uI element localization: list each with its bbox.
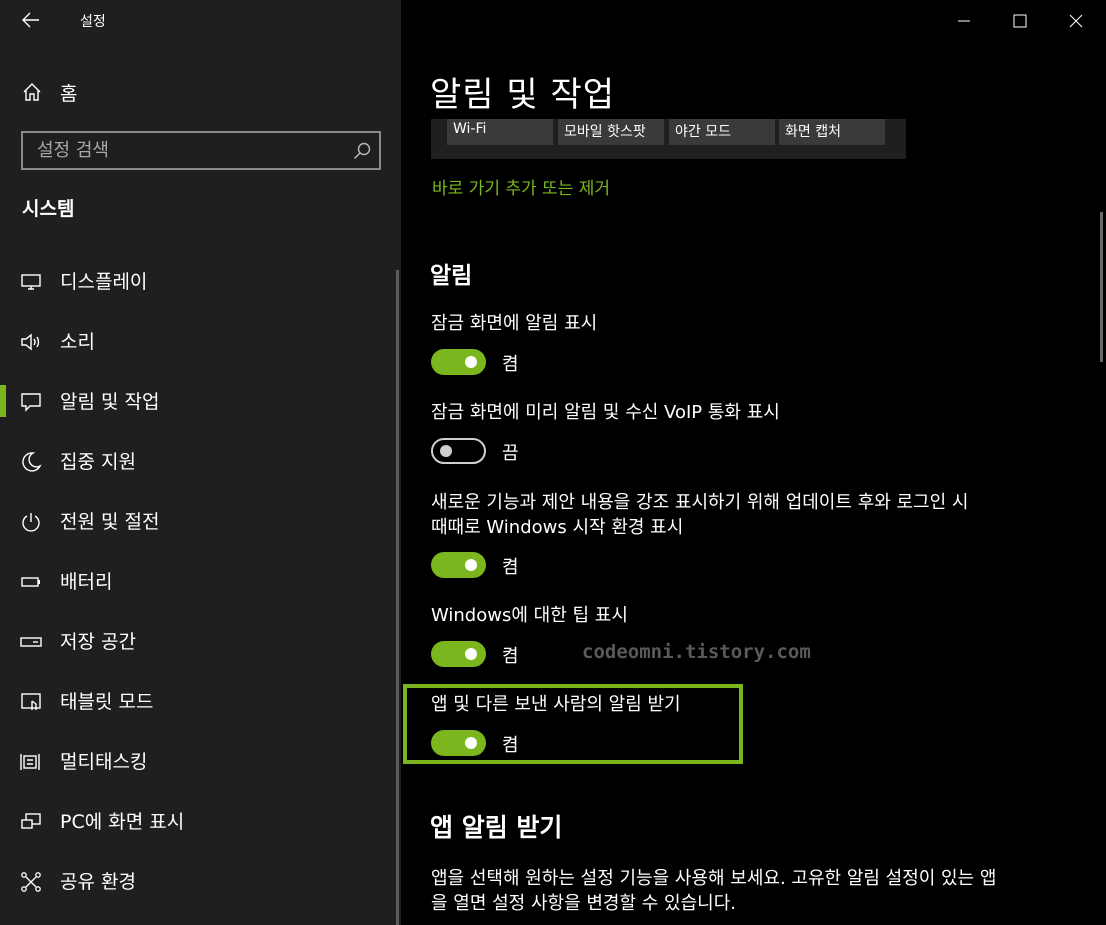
- project-icon: [21, 813, 41, 829]
- app-title: 설정: [80, 14, 106, 30]
- back-button[interactable]: [14, 6, 48, 36]
- sidebar-item-label: 전원 및 절전: [60, 511, 160, 533]
- power-icon: [22, 513, 40, 532]
- quick-action-screen-snip[interactable]: 화면 캡처: [779, 119, 885, 145]
- display-icon: [21, 274, 41, 290]
- windows-welcome-experience-toggle[interactable]: [431, 552, 486, 578]
- setting-label: 새로운 기능과 제안 내용을 강조 표시하기 위해 업데이트 후와 로그인 시 …: [431, 492, 969, 538]
- close-icon: [1069, 14, 1083, 28]
- maximize-icon: [1013, 14, 1027, 28]
- back-arrow-icon: [22, 12, 39, 28]
- sidebar-item-display[interactable]: 디스플레이: [0, 250, 398, 310]
- edit-quick-actions-link[interactable]: 바로 가기 추가 또는 제거: [432, 174, 610, 199]
- section-title: 시스템: [22, 198, 75, 220]
- sidebar-item-label: 디스플레이: [60, 271, 148, 293]
- setting-label: Windows에 대한 팁 표시: [431, 605, 628, 626]
- watermark-text: codeomni.tistory.com: [582, 641, 811, 663]
- home-icon: [23, 83, 41, 101]
- sidebar-item-tablet-mode[interactable]: 태블릿 모드: [0, 670, 398, 730]
- battery-icon: [21, 577, 40, 587]
- maximize-button[interactable]: [991, 0, 1047, 42]
- lock-screen-reminders-voip-toggle[interactable]: [431, 438, 486, 464]
- setting-label: 잠금 화면에 미리 알림 및 수신 VoIP 통화 표시: [431, 402, 780, 423]
- setting-label: 잠금 화면에 알림 표시: [431, 313, 598, 334]
- sidebar-scrollbar[interactable]: [396, 270, 399, 925]
- toggle-state-label: 켬: [502, 646, 519, 667]
- sidebar: 설정 홈 시스템 디스플레이 소리 알림 및 작업 집중 지원: [0, 0, 401, 925]
- toggle-knob: [465, 648, 477, 660]
- quick-actions-panel: Wi-Fi 모바일 핫스팟 야간 모드 화면 캡처: [431, 119, 906, 159]
- sidebar-item-power[interactable]: 전원 및 절전: [0, 490, 398, 550]
- sidebar-item-label: 멀티태스킹: [60, 751, 148, 773]
- sidebar-item-label: 공유 환경: [60, 871, 136, 893]
- toggle-state-label: 켬: [502, 735, 519, 756]
- sidebar-item-home[interactable]: 홈: [0, 70, 398, 112]
- setting-label: 앱 및 다른 보낸 사람의 알림 받기: [431, 694, 681, 715]
- minimize-button[interactable]: [935, 0, 991, 42]
- sidebar-nav: 디스플레이 소리 알림 및 작업 집중 지원 전원 및 절전 배터리 저장 공간: [0, 250, 398, 910]
- sidebar-item-storage[interactable]: 저장 공간: [0, 610, 398, 670]
- search-input[interactable]: [23, 133, 343, 168]
- toggle-state-label: 켬: [502, 557, 519, 578]
- sidebar-item-label: PC에 화면 표시: [60, 811, 185, 833]
- sidebar-item-sound[interactable]: 소리: [0, 310, 398, 370]
- search-box[interactable]: [21, 131, 381, 170]
- close-button[interactable]: [1047, 0, 1103, 42]
- sidebar-item-label: 소리: [60, 331, 95, 353]
- tablet-icon: [21, 693, 41, 710]
- share-icon: [21, 872, 41, 892]
- notifications-heading: 알림: [430, 263, 473, 289]
- speaker-icon: [21, 333, 40, 351]
- sidebar-item-focus-assist[interactable]: 집중 지원: [0, 430, 398, 490]
- quick-action-wifi[interactable]: Wi-Fi: [447, 119, 553, 145]
- minimize-icon: [958, 20, 970, 22]
- sidebar-item-label: 홈: [60, 83, 78, 105]
- sidebar-item-multitasking[interactable]: 멀티태스킹: [0, 730, 398, 790]
- sidebar-item-battery[interactable]: 배터리: [0, 550, 398, 610]
- notification-icon: [21, 393, 41, 412]
- storage-icon: [20, 637, 42, 647]
- moon-icon: [22, 452, 42, 472]
- app-sender-notifications-toggle[interactable]: [431, 730, 486, 756]
- app-notifications-description: 앱을 선택해 원하는 설정 기능을 사용해 보세요. 고유한 알림 설정이 있는…: [431, 868, 997, 914]
- sidebar-item-label: 저장 공간: [60, 631, 136, 653]
- sidebar-item-label: 알림 및 작업: [60, 391, 160, 413]
- main-scrollbar[interactable]: [1100, 212, 1103, 362]
- sidebar-item-label: 배터리: [60, 571, 113, 593]
- lock-screen-notifications-toggle[interactable]: [431, 349, 486, 375]
- app-notifications-heading: 앱 알림 받기: [430, 813, 563, 842]
- quick-action-mobile-hotspot[interactable]: 모바일 핫스팟: [558, 119, 664, 145]
- toggle-state-label: 켬: [502, 354, 519, 375]
- windows-tips-toggle[interactable]: [431, 641, 486, 667]
- sidebar-item-label: 집중 지원: [60, 451, 136, 473]
- sidebar-item-notifications[interactable]: 알림 및 작업: [0, 370, 398, 430]
- main-content: 알림 및 작업 Wi-Fi 모바일 핫스팟 야간 모드 화면 캡처 바로 가기 …: [401, 0, 1106, 925]
- multitasking-icon: [20, 754, 40, 770]
- sidebar-item-project[interactable]: PC에 화면 표시: [0, 790, 398, 850]
- sidebar-item-shared-experiences[interactable]: 공유 환경: [0, 850, 398, 910]
- toggle-knob: [465, 559, 477, 571]
- quick-action-night-light[interactable]: 야간 모드: [669, 119, 775, 145]
- toggle-knob: [440, 445, 452, 457]
- search-icon[interactable]: [353, 142, 371, 160]
- page-title: 알림 및 작업: [430, 75, 616, 115]
- sidebar-item-label: 태블릿 모드: [60, 691, 154, 713]
- toggle-knob: [465, 356, 477, 368]
- toggle-knob: [465, 737, 477, 749]
- toggle-state-label: 끔: [502, 443, 519, 464]
